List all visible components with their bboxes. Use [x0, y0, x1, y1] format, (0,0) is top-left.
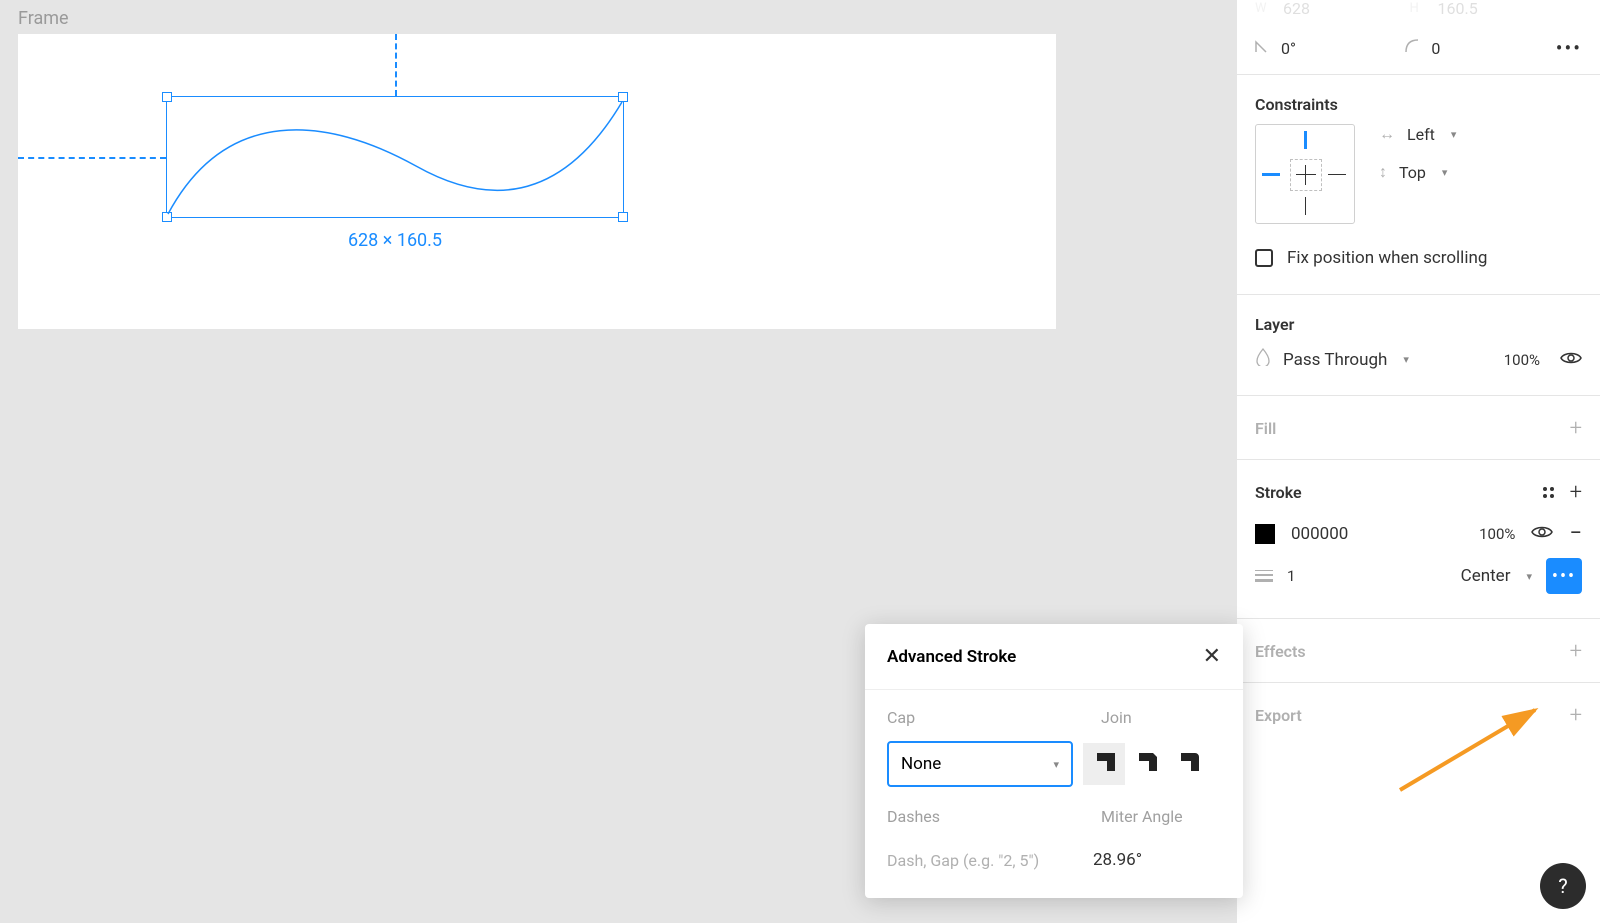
constraint-widget[interactable] [1255, 124, 1355, 224]
horizontal-arrows-icon: ↔ [1379, 124, 1395, 144]
inspector-panel: W628 H160.5 0° 0 ••• Constraints [1236, 0, 1600, 923]
stroke-visibility-toggle[interactable] [1531, 524, 1553, 544]
rotation-field[interactable]: 0° [1255, 39, 1385, 58]
constraint-vertical-select[interactable]: ↕ Top ▾ [1379, 162, 1456, 182]
chevron-down-icon: ▾ [1053, 758, 1059, 771]
cap-label: Cap [887, 708, 1081, 727]
miter-angle-label: Miter Angle [1101, 807, 1221, 826]
frame[interactable]: 628 × 160.5 [18, 34, 1056, 329]
cap-select[interactable]: None ▾ [887, 741, 1073, 787]
add-fill-button[interactable]: + [1570, 416, 1582, 441]
layer-title: Layer [1237, 303, 1600, 344]
miter-angle-value[interactable]: 28.96° [1093, 850, 1142, 870]
chevron-down-icon: ▾ [1442, 166, 1448, 179]
stroke-color-swatch[interactable] [1255, 524, 1275, 544]
constraint-horizontal-select[interactable]: ↔ Left ▾ [1379, 124, 1456, 144]
stroke-color-hex[interactable]: 000000 [1291, 524, 1348, 544]
stroke-opacity[interactable]: 100% [1479, 525, 1515, 543]
remove-stroke-button[interactable]: − [1569, 521, 1582, 546]
alignment-guide-vertical [395, 34, 397, 96]
rotation-icon [1255, 39, 1269, 57]
chevron-down-icon: ▾ [1403, 353, 1409, 366]
export-title: Export [1255, 706, 1302, 725]
more-options-button[interactable]: ••• [1556, 36, 1582, 60]
add-export-button[interactable]: + [1570, 703, 1582, 728]
alignment-guide-horizontal [18, 157, 166, 159]
effects-section: Effects + [1237, 619, 1600, 683]
constraints-section: Constraints ↔ Left ▾ ↕ Top [1237, 75, 1600, 295]
chevron-down-icon: ▾ [1451, 128, 1457, 141]
blend-mode-select[interactable]: Pass Through ▾ [1255, 348, 1409, 371]
style-library-button[interactable] [1543, 487, 1554, 498]
join-label: Join [1101, 708, 1221, 727]
help-button[interactable]: ? [1540, 863, 1586, 909]
selection-dimensions: 628 × 160.5 [166, 230, 624, 251]
constraints-title: Constraints [1237, 83, 1600, 124]
join-miter-button[interactable] [1083, 743, 1125, 785]
stroke-section: Stroke + 000000 100% − 1 [1237, 460, 1600, 619]
dashes-input[interactable]: Dash, Gap (e.g. "2, 5") [887, 840, 1073, 880]
close-button[interactable]: ✕ [1203, 644, 1221, 669]
export-section: Export + [1237, 683, 1600, 746]
visibility-toggle[interactable] [1560, 350, 1582, 370]
vertical-arrows-icon: ↕ [1379, 162, 1387, 182]
checkbox-icon [1255, 249, 1273, 267]
fix-position-checkbox[interactable]: Fix position when scrolling [1237, 240, 1600, 286]
stroke-align-select[interactable]: Center ▾ [1461, 566, 1532, 586]
effects-title: Effects [1255, 642, 1306, 661]
corner-radius-field[interactable]: 0 [1405, 39, 1535, 58]
fill-title: Fill [1255, 419, 1276, 438]
advanced-stroke-button[interactable]: ••• [1546, 558, 1582, 594]
layer-section: Layer Pass Through ▾ 100% [1237, 295, 1600, 396]
corner-radius-icon [1405, 39, 1419, 57]
vector-path[interactable] [166, 96, 624, 218]
dashes-label: Dashes [887, 807, 1081, 826]
join-round-button[interactable] [1167, 743, 1209, 785]
frame-label[interactable]: Frame [18, 8, 69, 29]
stroke-weight-icon [1255, 570, 1273, 582]
fill-section: Fill + [1237, 396, 1600, 460]
add-stroke-button[interactable]: + [1570, 480, 1582, 505]
stroke-title: Stroke [1255, 483, 1302, 502]
advanced-stroke-panel[interactable]: Advanced Stroke ✕ Cap Join None ▾ [865, 624, 1243, 898]
layer-opacity[interactable]: 100% [1504, 351, 1540, 369]
stroke-weight-field[interactable]: 1 [1287, 567, 1295, 585]
chevron-down-icon: ▾ [1526, 570, 1532, 583]
advanced-stroke-title: Advanced Stroke [887, 647, 1016, 667]
blend-mode-icon [1255, 348, 1271, 371]
join-bevel-button[interactable] [1125, 743, 1167, 785]
transform-section: W628 H160.5 0° 0 ••• [1237, 0, 1600, 75]
add-effect-button[interactable]: + [1570, 639, 1582, 664]
